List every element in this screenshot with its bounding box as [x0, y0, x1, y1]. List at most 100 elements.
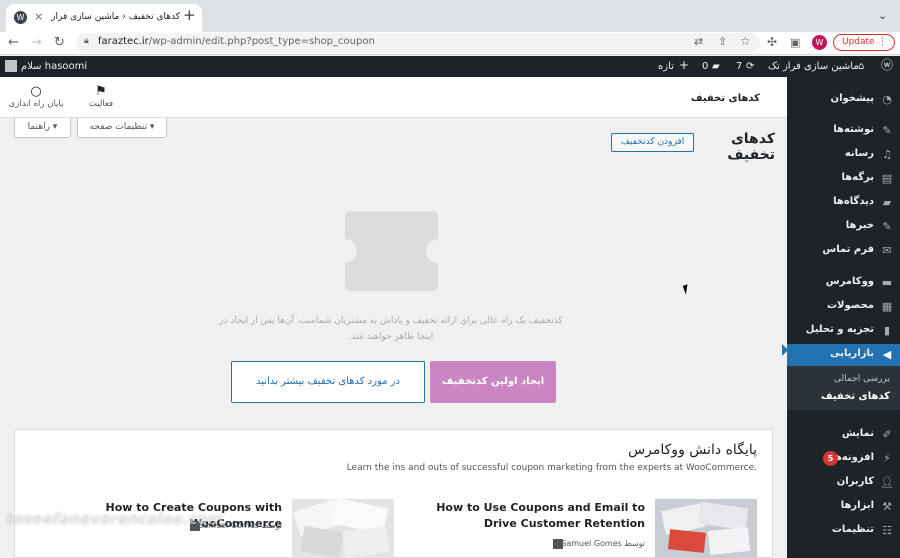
- mail-icon: ✉: [882, 244, 892, 257]
- sidebar-item-label: بازاریابی: [830, 348, 874, 359]
- user-icon: 👤︎: [880, 476, 894, 489]
- updates-count: 7: [736, 61, 743, 72]
- sidebar-item-label: نوشته‌ها: [833, 124, 874, 135]
- wordpress-logo-icon[interactable]: ⓦ: [881, 59, 893, 72]
- home-icon: ⌂: [858, 61, 865, 72]
- reload-icon[interactable]: ↻: [54, 34, 65, 51]
- sidebar-item-label: رسانه: [844, 148, 874, 159]
- comments-count: 0: [702, 61, 709, 72]
- new-content-link[interactable]: تازه: [658, 60, 674, 73]
- marketing-submenu: بررسی اجمالی کدهای تخفیف: [787, 366, 900, 410]
- wordpress-favicon-icon: W: [14, 11, 27, 24]
- circle-icon: ○: [30, 84, 42, 99]
- article-thumbnail[interactable]: [292, 499, 394, 558]
- browser-toolbar: ← → ↻ 🔒︎ faraztec.ir/wp-admin/edit.php?p…: [0, 32, 900, 55]
- extensions-icon[interactable]: ✣: [767, 34, 777, 51]
- pin-icon: ✎: [882, 124, 892, 137]
- author-avatar: [553, 539, 563, 549]
- sidebar-item-label: برگه‌ها: [841, 172, 874, 183]
- screen-options-toggle[interactable]: تنظیمات صفحه ▾: [77, 118, 167, 138]
- sidebar-item[interactable]: 👤︎ کاربران: [787, 472, 900, 494]
- comments-icon[interactable]: ▰: [712, 60, 720, 73]
- profile-avatar[interactable]: W: [812, 35, 827, 50]
- chart-icon: ▮: [883, 324, 891, 337]
- page-icon: ▤: [881, 172, 893, 185]
- sidebar-item[interactable]: ▦ محصولات: [787, 296, 900, 318]
- sidebar-item[interactable]: ✐ نمایش: [787, 424, 900, 446]
- woo-icon: ▬: [881, 276, 893, 289]
- dashboard-icon: ◔: [882, 93, 892, 106]
- plus-icon: +: [679, 58, 690, 72]
- sidebar-item-label: تنظیمات: [831, 524, 874, 535]
- page-title: کدهای تخفیف: [690, 93, 760, 104]
- side-panel-icon[interactable]: ▣: [790, 34, 800, 51]
- sidebar-item[interactable]: ▤ برگه‌ها: [787, 168, 900, 190]
- sidebar-item-label: فرم تماس: [822, 244, 874, 255]
- pin-icon: ✎: [882, 220, 892, 233]
- mouse-cursor: [682, 282, 696, 295]
- sidebar-item-label: دیدگاه‌ها: [833, 196, 874, 207]
- article-thumbnail[interactable]: [655, 499, 757, 558]
- empty-state-text: کدتخفیف یک راه عالی برای ارائه تخفیف و پ…: [219, 316, 563, 342]
- coupon-ticket-icon: [345, 211, 438, 291]
- media-icon: ♫: [882, 148, 892, 161]
- sidebar-item[interactable]: ✎ نوشته‌ها: [787, 120, 900, 142]
- watermark-text: toseefanavarancalee.com: [6, 510, 224, 528]
- lock-icon: 🔒︎: [84, 36, 89, 46]
- learn-more-coupons-button[interactable]: در مورد کدهای تخفیف بیشتر بدانید: [231, 361, 425, 403]
- back-arrow-icon[interactable]: ←: [8, 34, 19, 51]
- address-bar[interactable]: 🔒︎ faraztec.ir/wp-admin/edit.php?post_ty…: [76, 33, 760, 53]
- flag-icon: ⚑: [95, 84, 107, 99]
- sidebar-item-label: محصولات: [826, 300, 874, 311]
- submenu-coupons[interactable]: کدهای تخفیف: [821, 391, 890, 402]
- address-url: faraztec.ir/wp-admin/edit.php?post_type=…: [98, 36, 375, 47]
- activity-button[interactable]: ⚑ فعالیت: [86, 84, 116, 109]
- sidebar-item[interactable]: ⚡︎ افزونه‌ها 5: [787, 448, 900, 470]
- sidebar-item[interactable]: ◀ بازاریابی: [787, 344, 900, 366]
- megaphone-icon: ◀: [882, 348, 892, 361]
- comment-icon: ▰: [882, 196, 892, 209]
- add-coupon-button[interactable]: افزودن کدتخفیف: [611, 133, 694, 152]
- help-toggle[interactable]: راهنما ▾: [14, 118, 71, 138]
- sidebar-item[interactable]: ✉ فرم تماس: [787, 240, 900, 262]
- coupons-heading: کدهای تخفیف: [727, 131, 775, 163]
- share-icon[interactable]: ⇪: [718, 35, 727, 48]
- update-button[interactable]: Update ⋮: [833, 34, 895, 51]
- sidebar-item-label: نمایش: [841, 428, 874, 439]
- translate-icon[interactable]: ⇄: [694, 35, 703, 48]
- submenu-overview[interactable]: بررسی اجمالی: [834, 374, 890, 384]
- finish-setup-button[interactable]: ○ پایان راه اندازی: [6, 84, 66, 109]
- wrench-icon: ⚒: [882, 500, 892, 513]
- admin-bar-greeting[interactable]: سلام hasoomi: [21, 60, 87, 73]
- browser-tab[interactable]: W × کدهای تخفیف ‹ ماشین سازی فراز تک: [6, 4, 202, 32]
- sidebar-item-label: تجزیه و تحلیل: [805, 324, 874, 335]
- sidebar-item[interactable]: ✎ خبرها: [787, 216, 900, 238]
- more-menu-icon: ⋮: [878, 37, 887, 47]
- user-avatar[interactable]: [5, 60, 17, 72]
- sidebar-item[interactable]: ☷ تنظیمات: [787, 520, 900, 542]
- article-title[interactable]: How to Use Coupons and Email to Drive Cu…: [420, 500, 645, 532]
- sidebar-item[interactable]: ▮ تجزیه و تحلیل: [787, 320, 900, 342]
- sidebar-item-label: کاربران: [836, 476, 874, 487]
- tab-close-icon[interactable]: ×: [34, 10, 43, 23]
- brush-icon: ✐: [882, 428, 892, 441]
- sidebar-item-label: پیشخوان: [830, 93, 874, 104]
- create-first-coupon-button[interactable]: ایجاد اولین کدتخفیف: [430, 361, 556, 403]
- article-author: Samuel Gomes توسط: [561, 539, 645, 548]
- forward-arrow-icon[interactable]: →: [31, 34, 42, 51]
- sidebar-item[interactable]: ◔ پیشخوان: [787, 89, 900, 111]
- sidebar-item[interactable]: ⚒ ابزارها: [787, 496, 900, 518]
- admin-bar-site-name[interactable]: ماشین سازی فراز تک: [768, 60, 859, 73]
- plugin-icon: ⚡︎: [883, 452, 891, 465]
- sidebar-item-label: ووکامرس: [825, 276, 874, 287]
- updates-icon[interactable]: ⟳: [746, 60, 754, 73]
- sidebar-item-label: خبرها: [845, 220, 874, 231]
- tab-title: کدهای تخفیف ‹ ماشین سازی فراز تک: [50, 12, 180, 22]
- sidebar-item[interactable]: ▬ ووکامرس: [787, 272, 900, 294]
- bookmark-star-icon[interactable]: ☆: [740, 34, 751, 48]
- sidebar-item-label: ابزارها: [840, 500, 874, 511]
- new-tab-icon[interactable]: +: [183, 8, 196, 23]
- sidebar-item[interactable]: ♫ رسانه: [787, 144, 900, 166]
- sidebar-item[interactable]: ▰ دیدگاه‌ها: [787, 192, 900, 214]
- tab-search-icon[interactable]: ⌄: [878, 9, 887, 22]
